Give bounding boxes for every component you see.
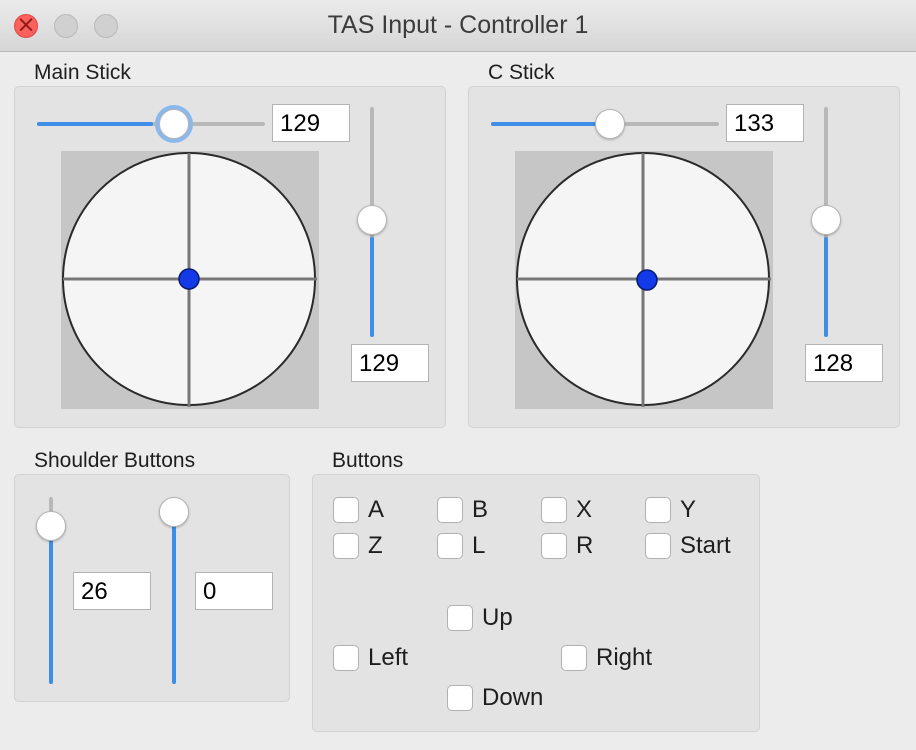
right-trigger-slider[interactable] [159,497,189,684]
main-stick-pad[interactable] [61,151,319,409]
checkbox-label: L [472,532,486,559]
checkbox-label: A [368,496,385,523]
slider-fill [172,504,176,684]
c-stick-y-input[interactable]: 128 [805,344,883,382]
checkbox-box[interactable] [541,533,567,559]
left-trigger-slider[interactable] [36,497,66,684]
slider-fill [370,237,374,337]
c-stick-pad[interactable] [515,151,773,409]
checkbox-label: Left [368,644,409,671]
checkbox-box[interactable] [447,685,473,711]
slider-knob[interactable] [36,511,66,541]
slider-knob[interactable] [357,205,387,235]
checkbox-box[interactable] [541,497,567,523]
left-trigger-input[interactable]: 26 [73,572,151,610]
checkbox-box[interactable] [437,497,463,523]
c-stick-y-slider[interactable] [811,107,841,337]
slider-knob[interactable] [159,497,189,527]
checkbox-label: Y [680,496,697,523]
window-title: TAS Input - Controller 1 [327,11,589,39]
slider-fill [49,524,53,684]
main-stick-group: 129 129 [14,86,446,428]
checkbox-box[interactable] [645,497,671,523]
stick-position-dot[interactable] [178,268,200,290]
main-stick-label: Main Stick [34,61,131,84]
stick-position-dot[interactable] [636,269,658,291]
c-stick-x-input[interactable]: 133 [726,104,804,142]
title-bar: TAS Input - Controller 1 [0,0,916,52]
slider-fill [37,122,153,126]
c-stick-group: 133 128 [468,86,900,428]
buttons-group: A B X Y Z L R Start Up Left Right Down [312,474,760,732]
right-trigger-input[interactable]: 0 [195,572,273,610]
checkbox-box[interactable] [645,533,671,559]
shoulder-buttons-group: 26 0 [14,474,290,702]
main-stick-y-slider[interactable] [357,107,387,337]
main-stick-x-input[interactable]: 129 [272,104,350,142]
checkbox-box[interactable] [333,533,359,559]
main-stick-x-slider[interactable] [37,109,265,139]
checkbox-box[interactable] [561,645,587,671]
checkbox-label: Up [482,604,513,631]
slider-fill [824,237,828,337]
slider-fill [491,122,603,126]
shoulder-buttons-label: Shoulder Buttons [34,449,196,472]
checkbox-label: Right [596,644,653,671]
checkbox-label: Start [680,532,731,559]
checkbox-label: Z [368,532,383,559]
checkbox-label: R [576,532,594,559]
main-stick-y-input[interactable]: 129 [351,344,429,382]
checkbox-box[interactable] [447,605,473,631]
checkbox-box[interactable] [333,497,359,523]
c-stick-x-slider[interactable] [491,109,719,139]
slider-knob[interactable] [159,109,189,139]
checkbox-box[interactable] [333,645,359,671]
checkbox-label: B [472,496,489,523]
c-stick-label: C Stick [488,61,555,84]
slider-knob[interactable] [811,205,841,235]
checkbox-box[interactable] [437,533,463,559]
slider-knob[interactable] [595,109,625,139]
checkbox-label: X [576,496,593,523]
buttons-label: Buttons [332,449,404,472]
checkbox-label: Down [482,684,544,711]
